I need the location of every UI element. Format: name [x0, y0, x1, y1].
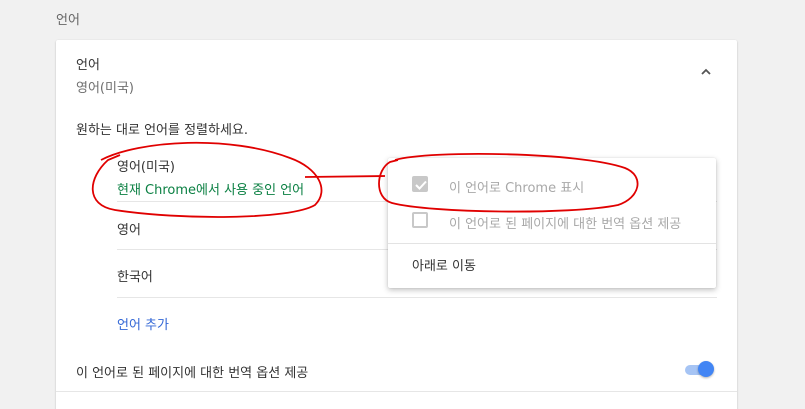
toggle-knob — [698, 361, 714, 377]
languages-title: 언어 — [76, 58, 100, 73]
menu-item-display-chrome[interactable]: 이 언어로 Chrome 표시 — [388, 176, 716, 196]
chevron-up-icon[interactable] — [699, 65, 713, 79]
section-title: 언어 — [56, 13, 80, 28]
translate-toggle[interactable] — [683, 360, 717, 380]
menu-separator — [388, 243, 716, 244]
add-language-link[interactable]: 언어 추가 — [117, 314, 169, 333]
language-context-menu: 이 언어로 Chrome 표시 이 언어로 된 페이지에 대한 번역 옵션 제공… — [388, 158, 716, 288]
menu-label-move-down: 아래로 이동 — [412, 259, 476, 274]
checkmark-icon — [415, 180, 427, 190]
instructions-text: 원하는 대로 언어를 정렬하세요. — [76, 123, 249, 138]
language-name: 영어 — [117, 223, 141, 238]
languages-subtitle: 영어(미국) — [76, 81, 134, 96]
language-name: 한국어 — [117, 270, 153, 285]
menu-label-offer-translate: 이 언어로 된 페이지에 대한 번역 옵션 제공 — [449, 217, 682, 232]
divider — [56, 391, 737, 392]
menu-item-move-down[interactable]: 아래로 이동 — [388, 255, 716, 275]
checkbox-offer-translate[interactable] — [412, 212, 428, 228]
checkbox-display-chrome[interactable] — [412, 176, 428, 192]
current-language-note: 현재 Chrome에서 사용 중인 언어 — [117, 183, 305, 198]
languages-header[interactable]: 언어 영어(미국) — [76, 54, 134, 96]
language-name: 영어(미국) — [117, 160, 175, 175]
menu-item-offer-translate[interactable]: 이 언어로 된 페이지에 대한 번역 옵션 제공 — [388, 212, 716, 232]
menu-label-display-chrome: 이 언어로 Chrome 표시 — [449, 181, 585, 196]
translate-offer-label: 이 언어로 된 페이지에 대한 번역 옵션 제공 — [76, 366, 309, 381]
